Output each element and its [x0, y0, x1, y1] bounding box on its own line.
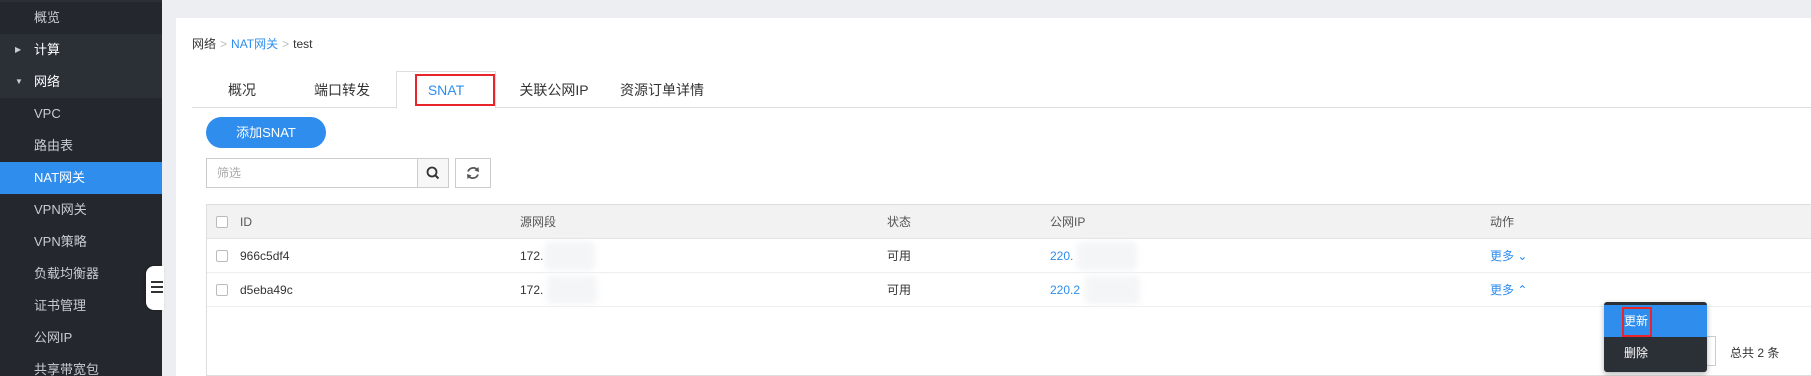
sidebar-item-vpn-gateway[interactable]: VPN网关 — [0, 194, 162, 226]
row-action-menu: 更新 删除 — [1604, 302, 1707, 372]
sidebar-item-overview[interactable]: 概览 — [0, 2, 162, 34]
tab-resource-order-details[interactable]: 资源订单详情 — [608, 72, 716, 108]
select-all-checkbox[interactable] — [216, 216, 228, 228]
sidebar-item-label: 路由表 — [34, 138, 74, 153]
add-snat-button[interactable]: 添加SNAT — [206, 117, 326, 148]
sidebar-item-label: 计算 — [34, 42, 61, 57]
sidebar-item-network[interactable]: ▼ 网络 — [0, 66, 162, 98]
tab-label: 端口转发 — [314, 82, 370, 98]
row-status: 可用 — [887, 249, 912, 263]
search-icon — [426, 166, 440, 180]
column-header-id: ID — [240, 215, 252, 229]
row-source: 172. — [520, 283, 544, 297]
breadcrumb: 网络 > NAT网关 > test — [192, 35, 313, 52]
tab-port-forwarding[interactable]: 端口转发 — [292, 72, 392, 108]
table-row: 966c5df4 172. 可用 220. 更多 ⌄ — [207, 239, 1811, 273]
row-checkbox[interactable] — [216, 284, 228, 296]
table-header: ID 源网段 状态 公网IP 动作 — [207, 205, 1811, 239]
tab-label: 概况 — [228, 82, 256, 98]
table-row: d5eba49c 172. 可用 220.2 更多 ⌃ — [207, 273, 1811, 307]
sidebar-item-label: VPN网关 — [34, 202, 87, 217]
sidebar-item-vpn-policy[interactable]: VPN策略 — [0, 226, 162, 258]
refresh-icon — [467, 167, 479, 179]
tab-snat[interactable]: SNAT — [396, 71, 496, 109]
redaction — [545, 242, 595, 270]
menu-item-delete[interactable]: 删除 — [1604, 337, 1707, 369]
breadcrumb-separator: > — [282, 37, 290, 51]
sidebar-item-route-table[interactable]: 路由表 — [0, 130, 162, 162]
main-panel: 网络 > NAT网关 > test 概况 端口转发 SNAT 关联公网IP 资源订单详情… — [176, 18, 1811, 376]
sidebar-item-public-ip[interactable]: 公网IP — [0, 322, 162, 354]
snat-table: ID 源网段 状态 公网IP 动作 966c5df4 172. 可用 220. … — [206, 204, 1811, 376]
column-header-public-ip: 公网IP — [1050, 215, 1086, 229]
breadcrumb-separator: > — [220, 37, 228, 51]
sidebar-item-label: VPC — [34, 106, 61, 121]
sidebar-item-load-balancer[interactable]: 负载均衡器 — [0, 258, 162, 290]
column-header-status: 状态 — [887, 215, 912, 229]
refresh-button[interactable] — [455, 158, 491, 188]
row-id: d5eba49c — [240, 283, 293, 297]
sidebar-item-nat-gateway[interactable]: NAT网关 — [0, 162, 162, 194]
highlight-box — [1622, 307, 1652, 337]
row-more-button[interactable]: 更多 ⌄ — [1490, 239, 1527, 273]
row-source: 172. — [520, 249, 544, 263]
sidebar-item-label: NAT网关 — [34, 170, 86, 185]
sidebar-item-label: VPN策略 — [34, 234, 87, 249]
sidebar-item-label: 证书管理 — [34, 298, 87, 313]
sidebar-item-label: 概览 — [34, 10, 61, 25]
sidebar-item-certificates[interactable]: 证书管理 — [0, 290, 162, 322]
sidebar-collapse-handle[interactable] — [146, 266, 164, 310]
tab-associated-public-ip[interactable]: 关联公网IP — [502, 72, 606, 108]
row-public-ip[interactable]: 220. — [1050, 239, 1073, 273]
caret-right-icon: ▶ — [15, 45, 22, 54]
column-header-source: 源网段 — [520, 215, 557, 229]
row-id: 966c5df4 — [240, 249, 290, 263]
tab-bar: 概况 端口转发 SNAT 关联公网IP 资源订单详情 — [192, 71, 1811, 109]
sidebar-item-label: 公网IP — [34, 330, 73, 345]
redaction — [1085, 276, 1140, 304]
menu-item-label: 删除 — [1624, 346, 1649, 360]
sidebar-item-label: 共享带宽包 — [34, 362, 100, 376]
menu-item-update[interactable]: 更新 — [1604, 305, 1707, 337]
redaction — [1077, 242, 1137, 270]
tab-label: 资源订单详情 — [620, 82, 704, 98]
caret-down-icon: ▼ — [15, 77, 23, 86]
tab-label: 关联公网IP — [519, 82, 589, 98]
sidebar-item-label: 负载均衡器 — [34, 266, 100, 281]
sidebar-item-label: 网络 — [34, 74, 61, 89]
sidebar-item-shared-bandwidth[interactable]: 共享带宽包 — [0, 354, 162, 376]
sidebar-item-vpc[interactable]: VPC — [0, 98, 162, 130]
row-public-ip[interactable]: 220.2 — [1050, 273, 1080, 307]
highlight-box — [415, 74, 495, 106]
sidebar-item-compute[interactable]: ▶ 计算 — [0, 34, 162, 66]
sidebar: 概览 ▶ 计算 ▼ 网络 VPC 路由表 NAT网关 VPN网关 VPN策略 负… — [0, 0, 162, 376]
redaction — [547, 276, 597, 304]
total-count: 总共 2 条 — [1730, 346, 1780, 360]
row-status: 可用 — [887, 283, 912, 297]
breadcrumb-root[interactable]: 网络 — [192, 37, 216, 51]
filter-input[interactable] — [206, 158, 417, 188]
column-header-action: 动作 — [1490, 215, 1515, 229]
breadcrumb-current: test — [293, 37, 313, 51]
row-checkbox[interactable] — [216, 250, 228, 262]
search-button[interactable] — [417, 158, 449, 188]
breadcrumb-nat-gateway-link[interactable]: NAT网关 — [231, 37, 278, 51]
tab-overview[interactable]: 概况 — [192, 72, 292, 108]
collapse-icon — [151, 281, 163, 293]
row-more-button[interactable]: 更多 ⌃ — [1490, 273, 1527, 307]
